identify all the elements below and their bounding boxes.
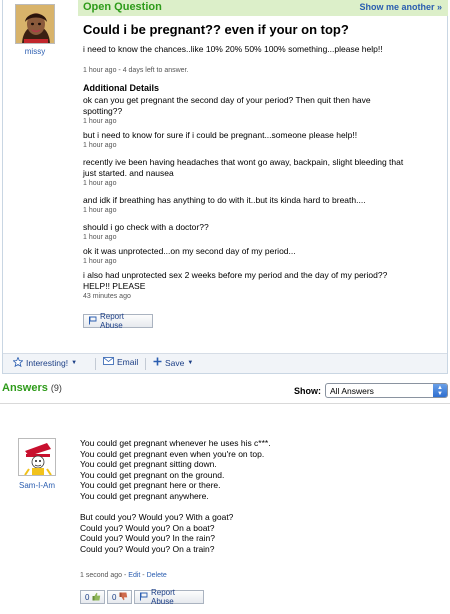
question-panel: Open Question Show me another » missy Co… bbox=[2, 0, 448, 374]
flag-icon bbox=[139, 592, 148, 603]
answer-meta: 1 second ago - Edit - Delete bbox=[80, 572, 167, 579]
show-filter-label: Show: bbox=[294, 386, 321, 396]
detail-time: 43 minutes ago bbox=[83, 293, 131, 300]
detail-time: 1 hour ago bbox=[83, 234, 117, 241]
detail-time: 1 hour ago bbox=[83, 207, 117, 214]
question-title: Could i be pregnant?? even if your on to… bbox=[83, 22, 349, 37]
interesting-label: Interesting! bbox=[26, 358, 69, 368]
select-arrows-icon: ▲ ▼ bbox=[433, 384, 447, 397]
star-icon bbox=[12, 356, 24, 369]
thumbs-up-button[interactable]: 0 bbox=[80, 590, 105, 604]
save-label: Save bbox=[165, 357, 185, 368]
question-meta: 1 hour ago - 4 days left to answer. bbox=[83, 67, 189, 74]
show-me-another-link[interactable]: Show me another » bbox=[359, 2, 442, 12]
thumbs-down-icon bbox=[119, 592, 128, 603]
save-button[interactable]: Save ▼ bbox=[153, 357, 193, 368]
divider bbox=[0, 403, 450, 404]
question-body: i need to know the chances..like 10% 20%… bbox=[83, 44, 383, 54]
detail-time: 1 hour ago bbox=[83, 142, 117, 149]
chevron-down-icon: ▼ bbox=[187, 359, 194, 366]
detail-time: 1 hour ago bbox=[83, 180, 117, 187]
edit-link[interactable]: Edit bbox=[128, 572, 140, 579]
delete-link[interactable]: Delete bbox=[147, 572, 167, 579]
interesting-button[interactable]: Interesting! ▼ bbox=[12, 356, 78, 369]
answers-filter-select[interactable]: All Answers ▲ ▼ bbox=[325, 383, 448, 398]
report-abuse-label: Report Abuse bbox=[100, 312, 125, 330]
answers-count: (9) bbox=[50, 383, 62, 393]
detail-item: and idk if breathing has anything to do … bbox=[83, 195, 433, 215]
plus-icon bbox=[153, 357, 162, 368]
detail-item: ok it was unprotected...on my second day… bbox=[83, 246, 433, 266]
answer-report-abuse-button[interactable]: Report Abuse bbox=[134, 588, 204, 606]
email-label: Email bbox=[117, 357, 139, 367]
asker-name-link[interactable]: missy bbox=[7, 47, 63, 56]
answers-heading: Answers (9) bbox=[2, 382, 62, 394]
detail-item: should i go check with a doctor?? 1 hour… bbox=[83, 222, 433, 242]
detail-item: but i need to know for sure if i could b… bbox=[83, 130, 433, 150]
report-abuse-button[interactable]: Report Abuse bbox=[83, 312, 153, 330]
thumbs-up-icon bbox=[92, 592, 101, 603]
divider bbox=[95, 358, 96, 370]
detail-item: i also had unprotected sex 2 weeks befor… bbox=[83, 270, 433, 301]
additional-details-heading: Additional Details bbox=[83, 83, 160, 93]
open-question-label: Open Question bbox=[83, 1, 162, 13]
flag-icon bbox=[88, 316, 97, 327]
report-abuse-label: Report Abuse bbox=[151, 588, 176, 606]
detail-time: 1 hour ago bbox=[83, 118, 117, 125]
thumbs-down-count: 0 bbox=[112, 592, 117, 602]
question-header-bar: Open Question Show me another » bbox=[78, 0, 448, 16]
chevron-down-icon: ▼ bbox=[71, 360, 78, 366]
email-button[interactable]: Email bbox=[103, 357, 138, 367]
thumbs-down-button[interactable]: 0 bbox=[107, 590, 132, 604]
answerer-name-link[interactable]: Sam-I-Am bbox=[8, 481, 66, 490]
answerer-avatar[interactable] bbox=[18, 438, 56, 476]
detail-time: 1 hour ago bbox=[83, 258, 117, 265]
question-action-bar: Interesting! ▼ Email Save ▼ bbox=[3, 353, 447, 373]
thumbs-up-count: 0 bbox=[85, 592, 90, 602]
detail-item: ok can you get pregnant the second day o… bbox=[83, 95, 433, 126]
answer-time: 1 second ago bbox=[80, 572, 123, 579]
answer-body: You could get pregnant whenever he uses … bbox=[80, 438, 271, 554]
envelope-icon bbox=[103, 357, 114, 367]
divider bbox=[145, 358, 146, 370]
detail-item: recently ive been having headaches that … bbox=[83, 157, 433, 188]
asker-avatar[interactable] bbox=[15, 4, 55, 44]
